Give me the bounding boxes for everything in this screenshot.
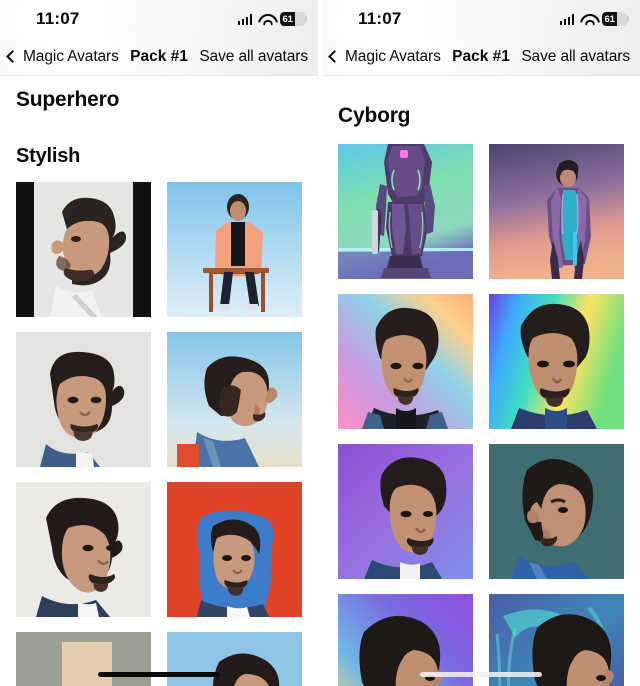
dual-phone-screenshots: 11:07 61 Magic Avatars Pack #1 Save all … bbox=[0, 0, 640, 686]
battery-icon: 61 bbox=[280, 12, 307, 26]
avatar-cyborg-3[interactable] bbox=[338, 294, 473, 429]
avatar-cyborg-6[interactable] bbox=[489, 444, 624, 579]
avatar-stylish-3[interactable] bbox=[16, 332, 151, 467]
avatar-scroll-content-right[interactable]: Cyborg bbox=[322, 76, 640, 686]
avatar-stylish-1[interactable] bbox=[16, 182, 151, 317]
avatar-stylish-7[interactable] bbox=[16, 632, 151, 686]
status-bar: 11:07 61 bbox=[0, 0, 318, 38]
back-button[interactable]: Magic Avatars bbox=[328, 38, 441, 76]
avatar-cyborg-5[interactable] bbox=[338, 444, 473, 579]
avatar-scroll-content-left[interactable]: Superhero Stylish bbox=[0, 76, 318, 686]
battery-icon: 61 bbox=[602, 12, 629, 26]
battery-level-label: 61 bbox=[604, 13, 615, 25]
avatar-stylish-4[interactable] bbox=[167, 332, 302, 467]
wifi-icon bbox=[258, 13, 274, 25]
save-all-avatars-button[interactable]: Save all avatars bbox=[199, 38, 308, 76]
avatar-grid-stylish bbox=[0, 182, 318, 686]
signal-bars-icon bbox=[237, 13, 252, 25]
save-all-avatars-button[interactable]: Save all avatars bbox=[521, 38, 630, 76]
status-indicators: 61 bbox=[559, 12, 629, 26]
avatar-cyborg-1[interactable] bbox=[338, 144, 473, 279]
back-button-label: Magic Avatars bbox=[23, 48, 119, 65]
chevron-left-icon bbox=[6, 50, 19, 63]
avatar-grid-cyborg bbox=[322, 144, 640, 686]
navigation-bar: Magic Avatars Pack #1 Save all avatars bbox=[0, 38, 318, 76]
status-bar: 11:07 61 bbox=[322, 0, 640, 38]
avatar-stylish-8[interactable] bbox=[167, 632, 302, 686]
navigation-bar: Magic Avatars Pack #1 Save all avatars bbox=[322, 38, 640, 76]
avatar-cyborg-2[interactable] bbox=[489, 144, 624, 279]
avatar-stylish-5[interactable] bbox=[16, 482, 151, 617]
battery-level-label: 61 bbox=[282, 13, 293, 25]
section-title-stylish: Stylish bbox=[16, 145, 81, 167]
home-indicator bbox=[98, 672, 220, 677]
back-button-label: Magic Avatars bbox=[345, 48, 441, 65]
chevron-left-icon bbox=[328, 50, 341, 63]
section-title-superhero: Superhero bbox=[16, 88, 120, 111]
avatar-stylish-2[interactable] bbox=[167, 182, 302, 317]
status-indicators: 61 bbox=[237, 12, 307, 26]
phone-screen-right: 11:07 61 Magic Avatars Pack #1 Save all … bbox=[322, 0, 640, 686]
section-title-cyborg: Cyborg bbox=[338, 104, 411, 127]
avatar-stylish-6[interactable] bbox=[167, 482, 302, 617]
wifi-icon bbox=[580, 13, 596, 25]
avatar-cyborg-4[interactable] bbox=[489, 294, 624, 429]
home-indicator bbox=[420, 672, 542, 677]
signal-bars-icon bbox=[559, 13, 574, 25]
back-button[interactable]: Magic Avatars bbox=[6, 38, 119, 76]
phone-screen-left: 11:07 61 Magic Avatars Pack #1 Save all … bbox=[0, 0, 318, 686]
